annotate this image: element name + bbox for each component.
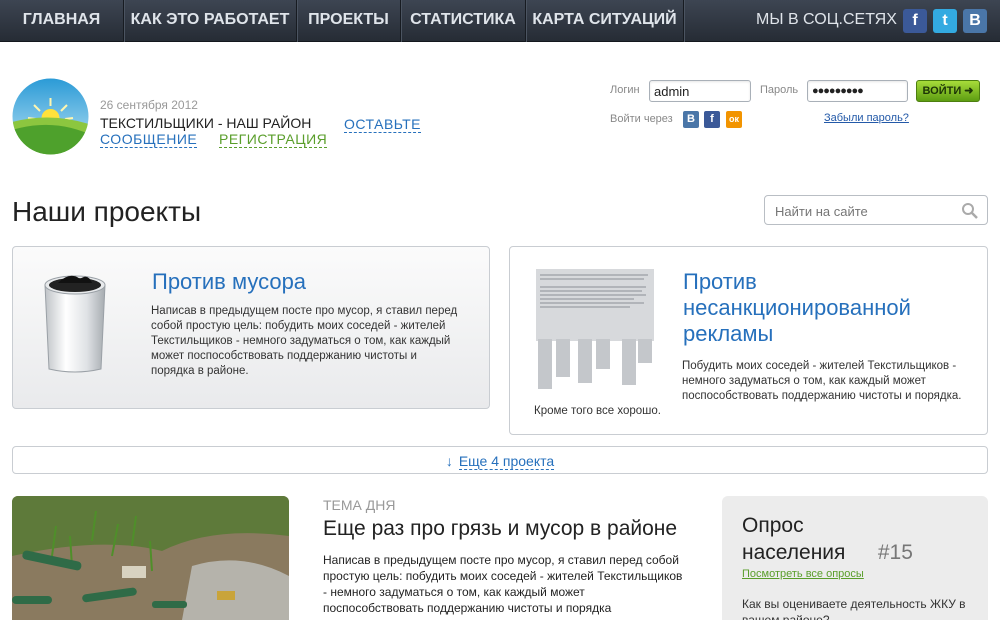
theme-photo[interactable] (12, 496, 289, 620)
site-search (764, 195, 988, 225)
project-title[interactable]: Против мусора (152, 269, 306, 295)
vkontakte-icon[interactable]: B (683, 111, 699, 128)
register-link[interactable]: РЕГИСТРАЦИЯ (219, 131, 328, 148)
enter-arrow-icon: ➜ (964, 85, 974, 97)
more-projects-link[interactable]: Еще 4 проекта (458, 453, 555, 470)
project-description: Побудить моих соседей - жителей Текстиль… (682, 360, 962, 402)
project-caption: Кроме того все хорошо. (534, 405, 661, 417)
poll-question: Как вы оцениваете деятельность ЖКУ в ваш… (742, 597, 966, 620)
nav-item-statistics[interactable]: СТАТИСТИКА (401, 0, 526, 42)
trash-can-image (44, 275, 106, 373)
social-label: МЫ В СОЦ.СЕТЯХ (756, 11, 897, 28)
theme-of-day-label: ТЕМА ДНЯ (323, 497, 396, 513)
password-label: Пароль (760, 84, 799, 96)
poll-title: Опрос населения #15 (742, 512, 913, 566)
project-title[interactable]: Против несанкционированной рекламы (683, 269, 943, 347)
vkontakte-icon[interactable]: B (963, 9, 987, 33)
nav-item-home[interactable]: ГЛАВНАЯ (0, 0, 124, 42)
search-input[interactable] (775, 202, 955, 220)
more-projects-bar: ↓ Еще 4 проекта (12, 446, 988, 474)
poll-title-text: Опрос населения (742, 514, 846, 564)
leave-link[interactable]: ОСТАВЬТЕ (344, 116, 421, 133)
search-icon[interactable] (961, 202, 979, 220)
arrow-down-icon: ↓ (445, 453, 453, 469)
password-input[interactable]: ●●●●●●●●● (807, 80, 908, 102)
current-date: 26 сентября 2012 (100, 98, 198, 112)
all-polls-link[interactable]: Посмотреть все опросы (742, 568, 864, 580)
theme-title[interactable]: Еще раз про грязь и мусор в районе (323, 517, 677, 541)
message-link[interactable]: СООБЩЕНИЕ (100, 131, 198, 148)
login-label: Логин (610, 84, 640, 96)
forgot-password-link[interactable]: Забыли пароль? (824, 112, 909, 124)
facebook-icon[interactable]: f (704, 111, 720, 128)
poll-widget: Опрос населения #15 Посмотреть все опрос… (722, 496, 988, 620)
facebook-icon[interactable]: f (903, 9, 927, 33)
project-description: Написав в предыдущем посте про мусор, я … (151, 305, 458, 377)
theme-text: Написав в предыдущем посте про мусор, я … (323, 553, 683, 615)
nav-item-projects[interactable]: ПРОЕКТЫ (297, 0, 401, 42)
site-logo[interactable] (12, 78, 89, 155)
poll-number: #15 (877, 541, 913, 564)
top-navigation: ГЛАВНАЯ КАК ЭТО РАБОТАЕТ ПРОЕКТЫ СТАТИСТ… (0, 0, 1000, 42)
login-button[interactable]: ВОЙТИ ➜ (916, 80, 980, 102)
login-via-label: Войти через (610, 113, 673, 125)
odnoklassniki-icon[interactable]: ок (726, 111, 742, 128)
nav-item-how-it-works[interactable]: КАК ЭТО РАБОТАЕТ (124, 0, 297, 42)
project-card-garbage[interactable]: Против мусора Написав в предыдущем посте… (12, 246, 490, 409)
page-title: Наши проекты (12, 196, 202, 227)
login-button-label: ВОЙТИ (922, 85, 962, 97)
nav-item-situation-map[interactable]: КАРТА СИТУАЦИЙ (526, 0, 684, 42)
twitter-icon[interactable]: t (933, 9, 957, 33)
login-input[interactable] (649, 80, 751, 102)
site-title: ТЕКСТИЛЬЩИКИ - НАШ РАЙОН (100, 115, 312, 131)
poster-image (534, 269, 656, 394)
project-card-ads[interactable]: Кроме того все хорошо. Против несанкцион… (509, 246, 988, 435)
